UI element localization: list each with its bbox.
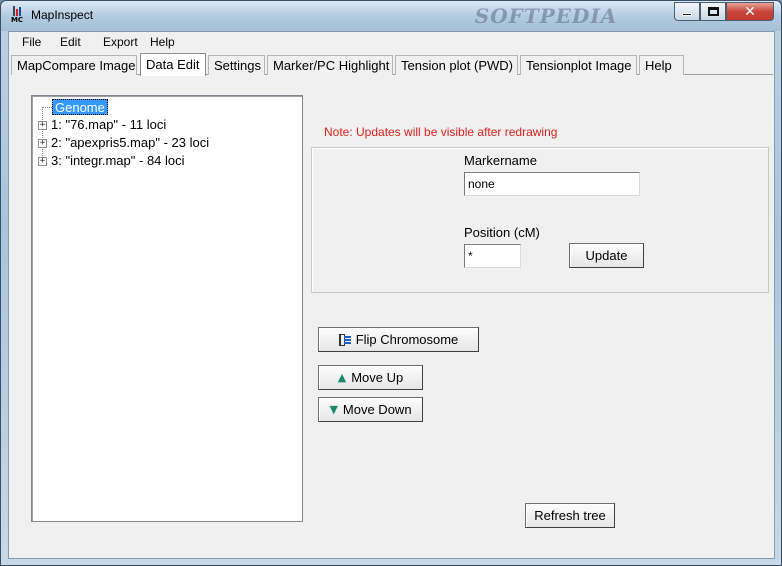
menu-help[interactable]: Help — [144, 34, 181, 51]
tab-help[interactable]: Help — [639, 55, 684, 75]
flip-chromosome-button[interactable]: Flip Chromosome — [318, 327, 479, 352]
tree-connector — [42, 107, 52, 108]
watermark-logo: SOFTPEDIA — [474, 4, 618, 28]
tab-tensionplot-image[interactable]: Tensionplot Image — [520, 55, 637, 75]
genome-tree[interactable]: Genome + 1: "76.map" - 11 loci + 2: "ape… — [31, 95, 303, 522]
move-up-button[interactable]: ▲ Move Up — [318, 365, 423, 390]
markername-input[interactable] — [464, 172, 640, 196]
minimize-icon — [682, 13, 692, 16]
close-icon: ✕ — [744, 3, 756, 20]
menu-bar: File Edit Export Help — [9, 32, 774, 52]
tree-node-label: 3: "integr.map" - 84 loci — [51, 153, 185, 168]
move-down-label: Move Down — [342, 402, 412, 417]
expand-icon[interactable]: + — [38, 138, 47, 148]
menu-file[interactable]: File — [16, 34, 47, 51]
app-icon-caption: MC — [10, 16, 24, 24]
position-label: Position (cM) — [464, 225, 540, 240]
redraw-note: Note: Updates will be visible after redr… — [324, 125, 558, 139]
menu-edit[interactable]: Edit — [54, 34, 87, 51]
minimize-button[interactable] — [674, 2, 700, 21]
tree-node-map-3[interactable]: + 3: "integr.map" - 84 loci — [38, 153, 185, 169]
tab-data-edit[interactable]: Data Edit — [140, 53, 206, 76]
move-up-label: Move Up — [351, 370, 404, 385]
menu-export[interactable]: Export — [97, 34, 144, 51]
close-button[interactable]: ✕ — [726, 2, 774, 21]
flip-icon — [338, 333, 351, 347]
position-input[interactable] — [464, 244, 521, 268]
markername-label: Markername — [464, 153, 537, 168]
tree-node-label: 2: "apexpris5.map" - 23 loci — [51, 135, 210, 150]
tab-marker-pc-highlight[interactable]: Marker/PC Highlight — [267, 55, 393, 75]
update-button[interactable]: Update — [569, 243, 644, 268]
tree-node-map-2[interactable]: + 2: "apexpris5.map" - 23 loci — [38, 135, 209, 151]
client-area: File Edit Export Help MapCompare Image D… — [8, 31, 775, 559]
arrow-down-icon: ▼ — [329, 403, 338, 416]
window-title: MapInspect — [31, 8, 94, 22]
maximize-button[interactable] — [700, 2, 726, 21]
maximize-icon — [707, 7, 719, 16]
refresh-tree-button[interactable]: Refresh tree — [525, 503, 615, 528]
tree-node-label: 1: "76.map" - 11 loci — [51, 117, 167, 132]
tab-mapcompare-image[interactable]: MapCompare Image — [11, 55, 137, 75]
flip-chromosome-label: Flip Chromosome — [355, 332, 459, 347]
data-edit-panel: Genome + 1: "76.map" - 11 loci + 2: "ape… — [11, 75, 772, 557]
expand-icon[interactable]: + — [38, 156, 47, 166]
tab-tension-plot-pwd[interactable]: Tension plot (PWD) — [395, 55, 518, 75]
title-bar[interactable]: MC MapInspect SOFTPEDIA ✕ — [1, 1, 781, 31]
marker-edit-group: Markername Position (cM) Update — [311, 147, 769, 293]
expand-icon[interactable]: + — [38, 120, 47, 130]
tree-root-genome[interactable]: Genome — [52, 99, 108, 115]
tree-node-map-1[interactable]: + 1: "76.map" - 11 loci — [38, 117, 166, 133]
arrow-up-icon: ▲ — [337, 371, 347, 384]
tab-settings[interactable]: Settings — [208, 55, 265, 75]
app-window: MC MapInspect SOFTPEDIA ✕ File Edit Expo… — [0, 0, 782, 566]
move-down-button[interactable]: ▼ Move Down — [318, 397, 423, 422]
app-icon[interactable]: MC — [9, 6, 25, 26]
tab-strip: MapCompare Image Data Edit Settings Mark… — [11, 53, 773, 76]
